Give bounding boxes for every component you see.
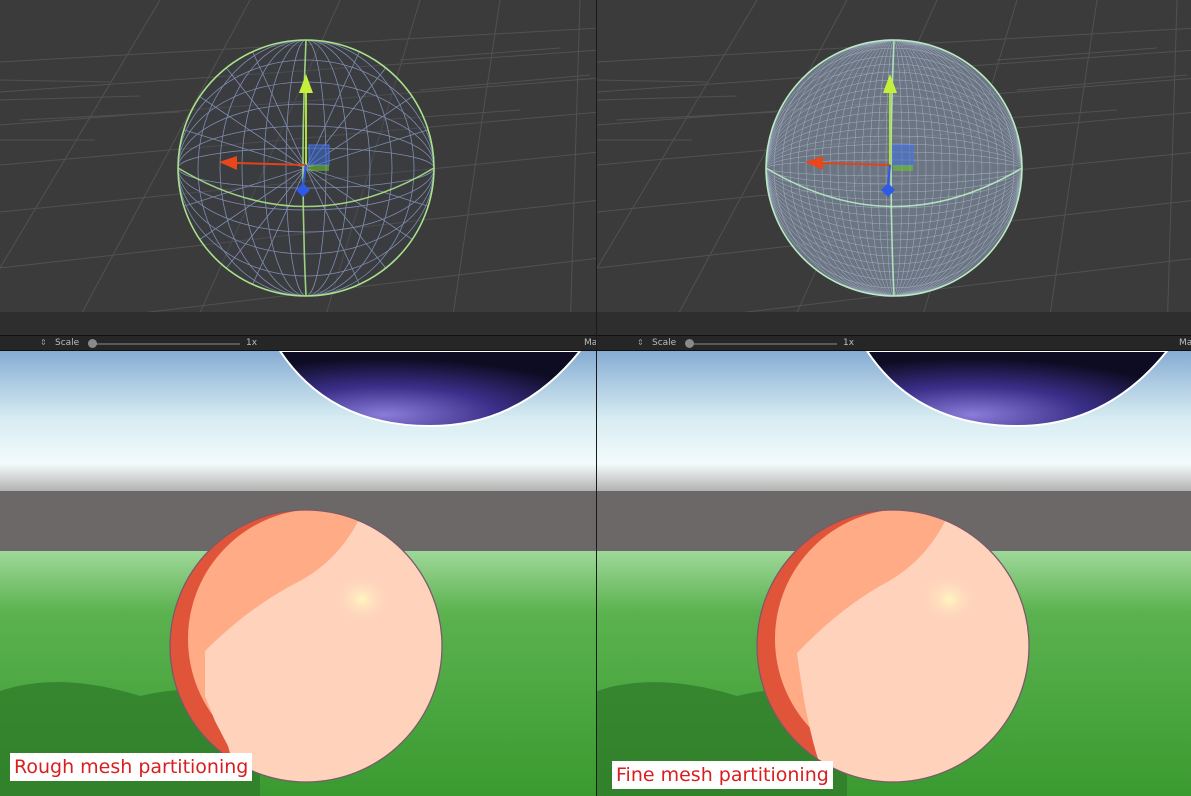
scene-view-right[interactable] xyxy=(597,0,1191,335)
aspect-dropdown-arrows-icon[interactable]: ⇕ xyxy=(637,338,644,347)
game-view-toolbar-right: ⇕ Scale 1x Ma xyxy=(597,335,1191,351)
maximize-on-play-button[interactable]: Ma xyxy=(1179,338,1191,348)
scale-slider-track[interactable] xyxy=(689,343,837,345)
scale-slider-track[interactable] xyxy=(92,343,240,345)
scale-label: Scale xyxy=(55,338,80,348)
scale-slider-knob[interactable] xyxy=(685,339,694,348)
scale-label: Scale xyxy=(652,338,677,348)
scene-bottom-band xyxy=(0,312,596,335)
game-view-toolbar-left: ⇕ Scale 1x Ma xyxy=(0,335,596,351)
aspect-dropdown-arrows-icon[interactable]: ⇕ xyxy=(40,338,47,347)
scene-bottom-band xyxy=(597,312,1191,335)
caption-rough-mesh: Rough mesh partitioning xyxy=(10,753,253,781)
game-view-right[interactable] xyxy=(597,351,1191,796)
scale-value: 1x xyxy=(843,338,855,348)
caption-fine-mesh: Fine mesh partitioning xyxy=(612,761,833,789)
game-view-left[interactable] xyxy=(0,351,596,796)
maximize-on-play-button[interactable]: Ma xyxy=(584,338,596,348)
scale-slider-knob[interactable] xyxy=(88,339,97,348)
scene-view-left[interactable] xyxy=(0,0,596,335)
scale-value: 1x xyxy=(246,338,258,348)
